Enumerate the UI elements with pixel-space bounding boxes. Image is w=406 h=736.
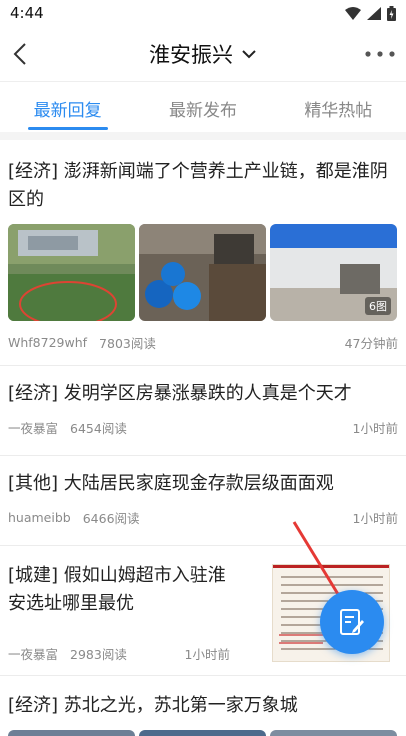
post-item[interactable]: [经济] 发明学区房暴涨暴跌的人真是个天才 一夜暴富 6454阅读 1小时前 xyxy=(0,366,406,456)
status-time: 4:44 xyxy=(10,4,44,22)
post-meta: 一夜暴富 2983阅读 1小时前 xyxy=(8,644,230,663)
battery-icon xyxy=(387,5,396,21)
wifi-icon xyxy=(345,6,361,20)
status-icons xyxy=(345,5,396,21)
post-reads: 2983阅读 xyxy=(70,647,127,662)
post-title[interactable]: [经济] 发明学区房暴涨暴跌的人真是个天才 xyxy=(8,380,398,408)
status-bar: 4:44 xyxy=(0,0,406,26)
post-images: 6图 xyxy=(8,224,398,321)
post-time: 1小时前 xyxy=(184,647,230,662)
more-button[interactable] xyxy=(364,40,396,68)
post-image[interactable] xyxy=(270,730,397,736)
post-meta: 一夜暴富 6454阅读 1小时前 xyxy=(8,418,398,437)
post-time: 1小时前 xyxy=(352,421,398,436)
more-icon xyxy=(365,51,395,57)
post-image[interactable] xyxy=(139,224,266,321)
post-time: 47分钟前 xyxy=(344,336,398,351)
nav-bar: 淮安振兴 xyxy=(0,26,406,82)
post-author[interactable]: 一夜暴富 xyxy=(8,418,58,437)
compose-post-button[interactable] xyxy=(320,590,384,654)
post-title[interactable]: [其他] 大陆居民家庭现金存款层级面面观 xyxy=(8,470,398,498)
post-author[interactable]: Whf8729whf xyxy=(8,335,87,350)
post-reads: 6454阅读 xyxy=(70,421,127,436)
post-reads: 7803阅读 xyxy=(99,336,156,351)
post-meta: Whf8729whf 7803阅读 47分钟前 xyxy=(8,333,398,352)
post-title[interactable]: [经济] 澎湃新闻端了个营养土产业链，都是淮阴区的 xyxy=(8,158,398,214)
post-title[interactable]: [城建] 假如山姆超市入驻淮安选址哪里最优 xyxy=(8,562,238,618)
post-title[interactable]: [经济] 苏北之光，苏北第一家万象城 xyxy=(8,692,398,720)
forum-title-dropdown[interactable]: 淮安振兴 xyxy=(149,39,257,69)
post-author[interactable]: huameibb xyxy=(8,510,71,525)
tab-latest-reply[interactable]: 最新回复 xyxy=(0,82,135,132)
post-image[interactable] xyxy=(139,730,266,736)
tabs-divider xyxy=(0,132,406,140)
chevron-down-icon xyxy=(242,49,256,58)
signal-icon xyxy=(367,6,381,20)
page-title: 淮安振兴 xyxy=(149,42,233,67)
post-item[interactable]: [经济] 澎湃新闻端了个营养土产业链，都是淮阴区的 6图 Whf8729whf … xyxy=(0,140,406,366)
back-button[interactable] xyxy=(6,40,34,68)
chevron-left-icon xyxy=(13,43,26,65)
post-image[interactable] xyxy=(8,730,135,736)
tab-featured[interactable]: 精华热帖 xyxy=(271,82,406,132)
tab-latest-post[interactable]: 最新发布 xyxy=(135,82,270,132)
post-item[interactable]: [经济] 苏北之光，苏北第一家万象城 xyxy=(0,676,406,736)
post-image[interactable] xyxy=(8,224,135,321)
edit-document-icon xyxy=(340,609,364,635)
tab-bar: 最新回复 最新发布 精华热帖 xyxy=(0,82,406,132)
post-reads: 6466阅读 xyxy=(82,511,140,526)
image-count-badge: 6图 xyxy=(365,297,391,315)
post-image[interactable]: 6图 xyxy=(270,224,397,321)
post-author[interactable]: 一夜暴富 xyxy=(8,644,58,663)
